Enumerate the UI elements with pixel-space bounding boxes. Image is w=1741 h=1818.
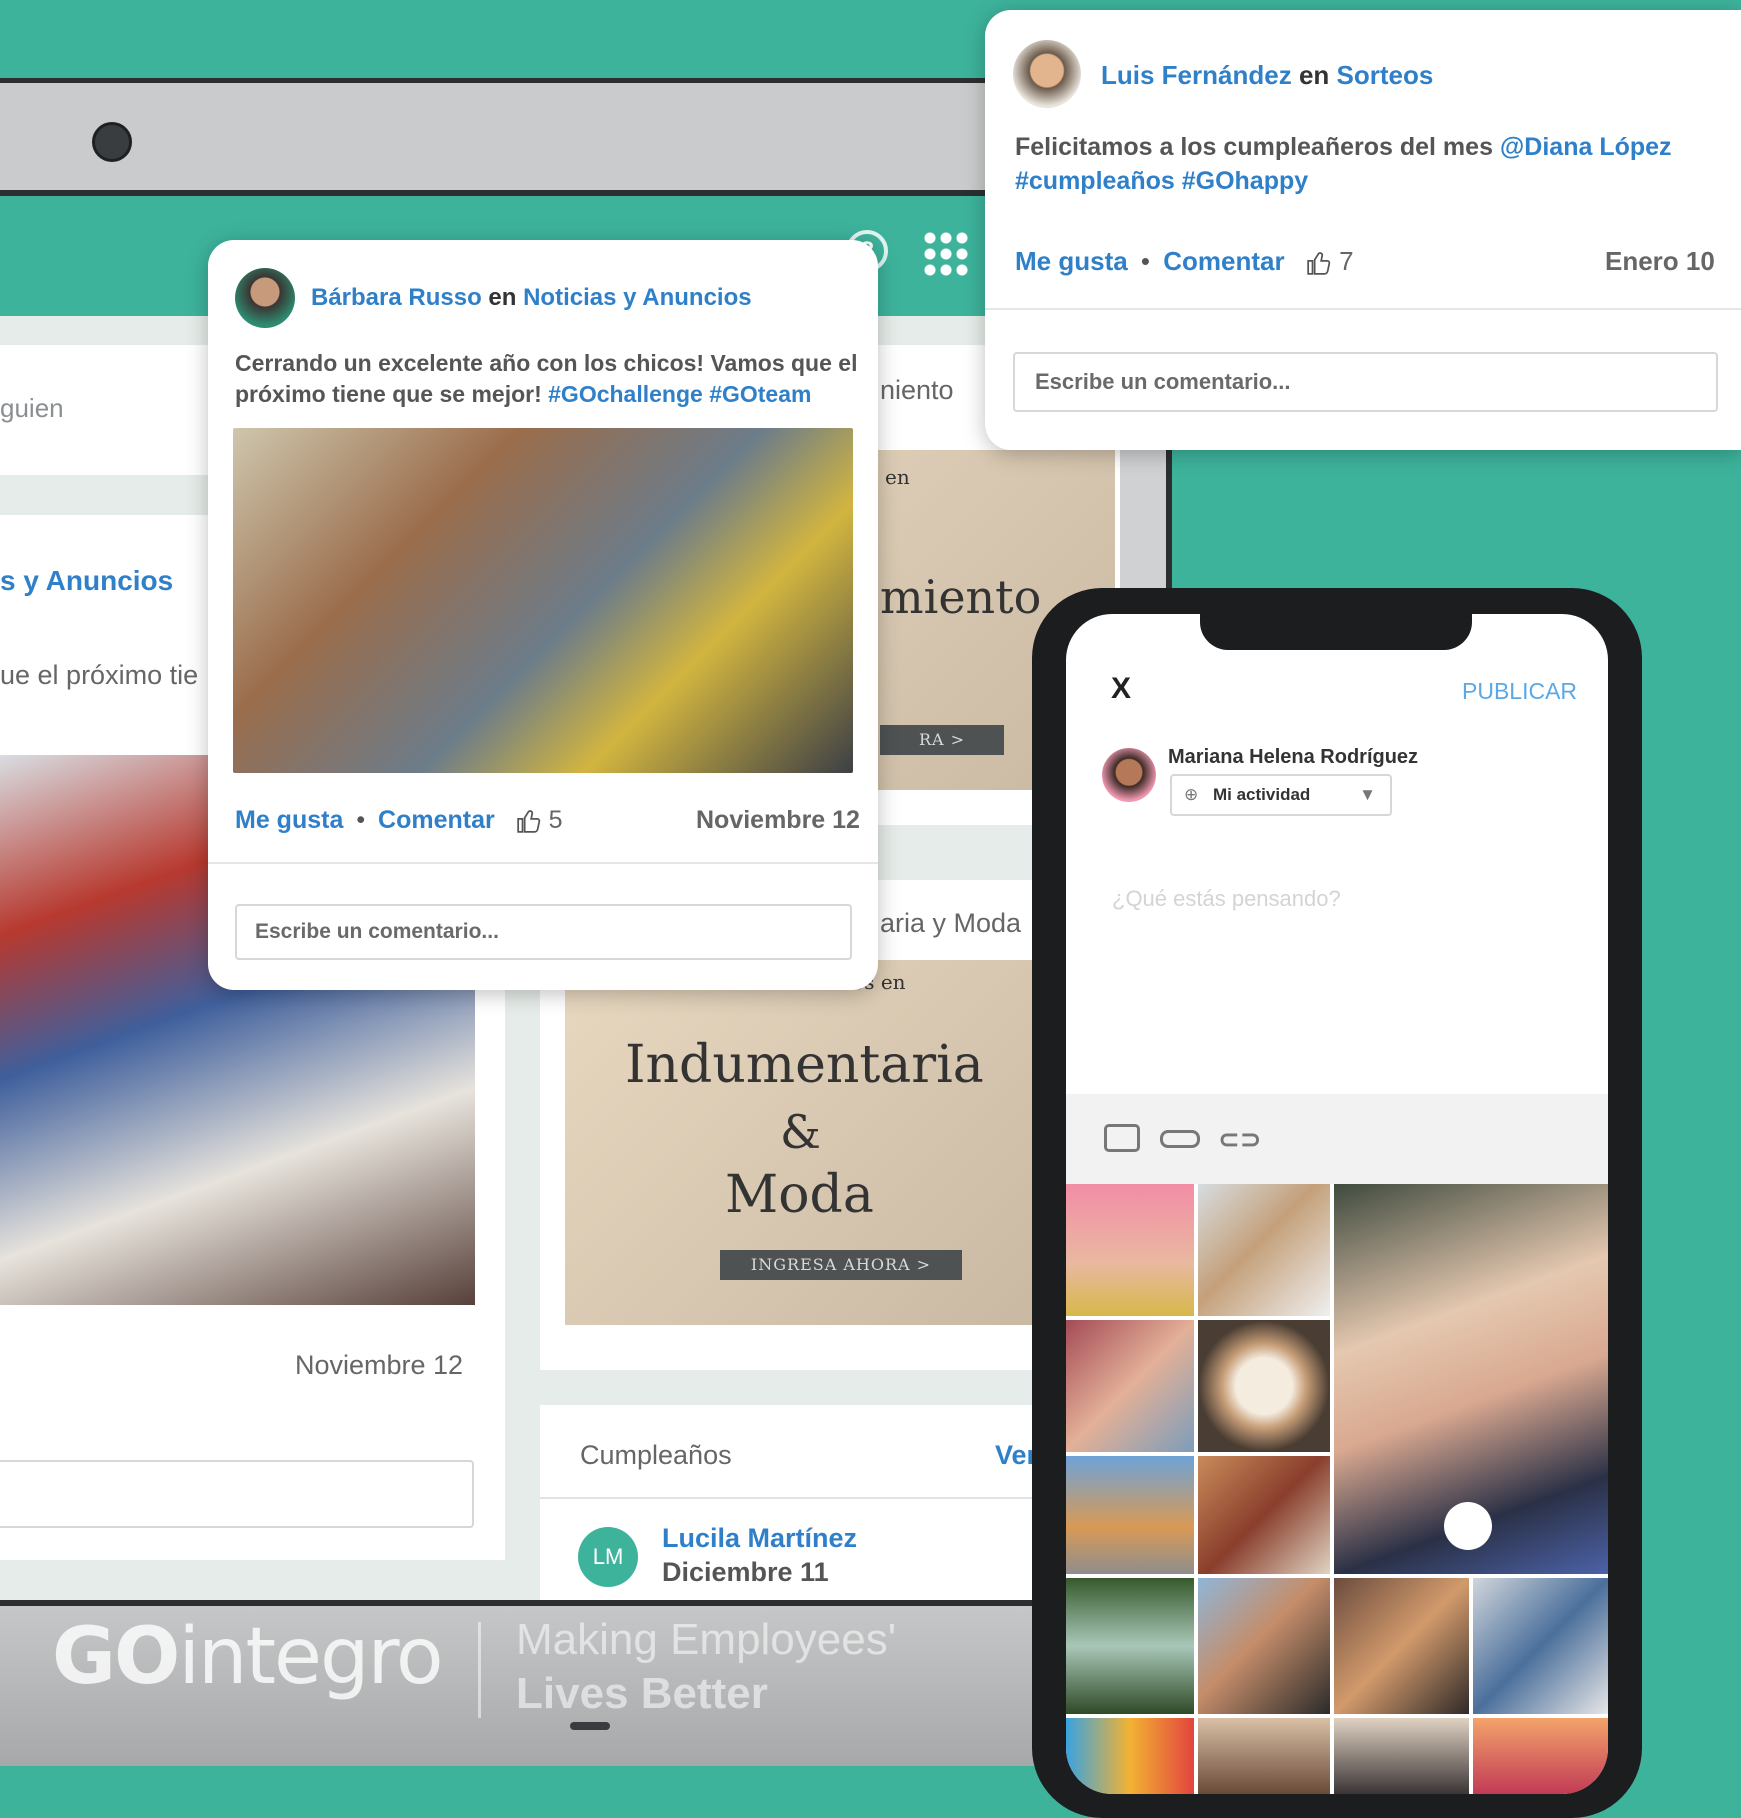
comment-input[interactable]: Escribe un comentario... (235, 904, 852, 960)
gallery-photo[interactable] (1334, 1578, 1469, 1714)
divider (985, 308, 1741, 310)
comment-input[interactable] (0, 1460, 474, 1528)
author-avatar[interactable] (235, 268, 295, 328)
gallery-photo[interactable] (1066, 1320, 1194, 1452)
gallery-photo[interactable] (1066, 1456, 1194, 1574)
composer-toolbar: ⊂⊃ (1066, 1094, 1608, 1184)
gallery-photo[interactable] (1066, 1718, 1194, 1794)
promo-amp: & (780, 1105, 821, 1159)
post-actions: Me gusta • Comentar 5 (235, 806, 563, 834)
promo-heading: miento (880, 570, 1042, 624)
user-name: Mariana Helena Rodríguez (1168, 746, 1419, 768)
gallery-photo-selected[interactable] (1334, 1184, 1608, 1574)
comment-button[interactable]: Comentar (1163, 246, 1284, 276)
promo-title: aria y Moda (880, 908, 1022, 938)
gallery-photo[interactable] (1066, 1184, 1194, 1316)
camera-icon[interactable] (1104, 1124, 1140, 1152)
birthdays-see-all[interactable]: Ver (995, 1440, 1037, 1471)
post-text: ue el próximo tie (0, 660, 199, 690)
gallery-photo[interactable] (1198, 1718, 1330, 1794)
comment-input[interactable]: Escribe un comentario... (1013, 352, 1718, 412)
promo-heading: Indumentaria (625, 1035, 984, 1095)
close-button[interactable]: X (1111, 672, 1131, 706)
author-avatar[interactable] (1013, 40, 1081, 108)
audience-label: Mi actividad (1212, 785, 1311, 804)
publish-button[interactable]: PUBLICAR (1462, 678, 1577, 705)
promo-button[interactable]: INGRESA AHORA > (720, 1250, 962, 1280)
search-placeholder: guien (0, 393, 64, 423)
gallery-photo[interactable] (1198, 1320, 1330, 1452)
promo-small: en (885, 465, 910, 489)
gallery-photo[interactable] (1198, 1184, 1330, 1316)
post-photo[interactable] (233, 428, 853, 773)
user-avatar[interactable] (1102, 748, 1156, 802)
birthdays-title: Cumpleaños (580, 1440, 732, 1470)
like-count: 5 (548, 806, 563, 834)
author-name[interactable]: Luis Fernández (1101, 60, 1292, 90)
like-button[interactable]: Me gusta (235, 806, 343, 834)
attachment-icon[interactable] (1160, 1130, 1200, 1148)
group-link[interactable]: Noticias y Anuncios (523, 284, 752, 311)
author-name[interactable]: Bárbara Russo (311, 284, 482, 311)
brand-integro: integro (178, 1612, 443, 1702)
camera-icon (92, 122, 132, 162)
birthday-date: Diciembre 11 (662, 1557, 829, 1587)
phone-screen: X PUBLICAR Mariana Helena Rodríguez ⊕ Mi… (1066, 614, 1608, 1794)
post-hashtags[interactable]: #cumpleaños #GOhappy (1015, 167, 1308, 195)
post-date: Noviembre 12 (696, 806, 860, 834)
thumbs-up-icon[interactable] (516, 808, 542, 834)
gallery-photo[interactable] (1198, 1578, 1330, 1714)
post-card-luis: Luis Fernández en Sorteos Felicitamos a … (985, 10, 1741, 450)
capture-button[interactable] (1444, 1502, 1492, 1550)
gallery-photo[interactable] (1198, 1456, 1330, 1574)
brand-divider (478, 1622, 481, 1718)
birthdays-card: Cumpleaños Ver LM Lucila Martínez Diciem… (540, 1405, 1040, 1600)
chevron-down-icon: ▼ (1359, 785, 1376, 804)
phone-notch (1200, 610, 1472, 650)
promo-heading-2: Moda (725, 1165, 874, 1225)
gallery-photo[interactable] (1473, 1718, 1608, 1794)
post-hashtags[interactable]: #GOchallenge #GOteam (548, 381, 811, 407)
link-icon[interactable]: ⊂⊃ (1218, 1124, 1262, 1155)
mention-link[interactable]: @Diana López (1500, 133, 1672, 161)
post-text: Cerrando un excelente año con los chicos… (235, 348, 860, 410)
connector-text: en (1298, 60, 1330, 90)
gallery-photo[interactable] (1473, 1578, 1608, 1714)
post-body: Felicitamos a los cumpleañeros del mes (1015, 133, 1493, 161)
divider (540, 1497, 1040, 1499)
audience-select[interactable]: ⊕ Mi actividad ▼ (1170, 774, 1392, 816)
divider (208, 862, 878, 864)
like-count: 7 (1339, 246, 1354, 276)
globe-icon: ⊕ (1184, 785, 1199, 804)
promo-title: niento (880, 375, 954, 405)
brand-tagline-2: Lives Better (516, 1669, 768, 1718)
promo-banner[interactable]: Beneficios en Indumentaria & Moda INGRES… (565, 960, 1040, 1325)
promo-button[interactable]: RA > (880, 725, 1004, 755)
like-button[interactable]: Me gusta (1015, 246, 1128, 276)
post-header: Bárbara Russo en Noticias y Anuncios (311, 284, 752, 312)
apps-grid-icon[interactable] (922, 230, 970, 278)
brand-tagline-1: Making Employees' (516, 1615, 897, 1664)
post-date: Enero 10 (1605, 246, 1715, 276)
brand-logo: GOintegro (52, 1612, 444, 1702)
post-card-barbara: Bárbara Russo en Noticias y Anuncios Cer… (208, 240, 878, 990)
birthday-avatar[interactable]: LM (578, 1527, 638, 1587)
connector-text: en (488, 284, 517, 311)
post-composer[interactable]: ¿Qué estás pensando? (1112, 886, 1341, 912)
gallery-photo[interactable] (1334, 1718, 1469, 1794)
gallery-photo[interactable] (1066, 1578, 1194, 1714)
group-link[interactable]: Sorteos (1337, 60, 1434, 90)
search-box[interactable]: guien (0, 345, 230, 475)
post-header: Luis Fernández en Sorteos (1101, 60, 1433, 91)
brand-go: GO (52, 1612, 180, 1702)
laptop-hinge (570, 1722, 610, 1730)
thumbs-up-icon[interactable] (1306, 250, 1332, 276)
post-date: Noviembre 12 (295, 1350, 464, 1380)
post-text: Felicitamos a los cumpleañeros del mes @… (1015, 130, 1715, 198)
comment-button[interactable]: Comentar (378, 806, 495, 834)
post-group-link[interactable]: s y Anuncios (0, 565, 173, 597)
birthday-name[interactable]: Lucila Martínez (662, 1523, 857, 1554)
post-actions: Me gusta • Comentar 7 (1015, 246, 1354, 276)
laptop-lid (0, 78, 990, 196)
